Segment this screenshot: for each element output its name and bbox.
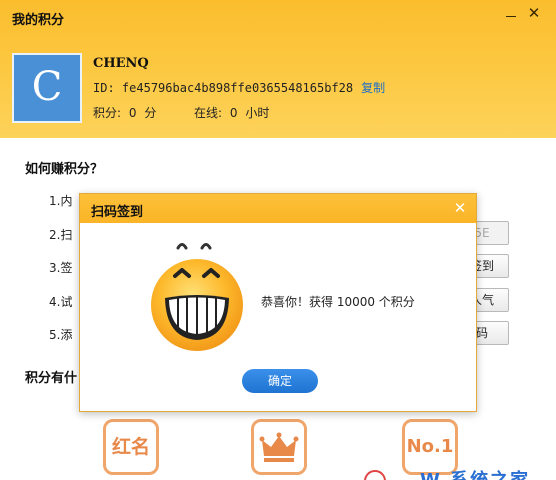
dialog-title: 扫码签到: [91, 205, 144, 220]
online-unit: 小时: [245, 106, 270, 120]
points-label: 积分:: [93, 106, 122, 120]
online-label: 在线:: [194, 106, 223, 120]
watermark-logo: W 系统之家: [360, 466, 556, 480]
dialog-header: 扫码签到 ✕: [80, 194, 476, 223]
grinning-face-icon: [151, 243, 243, 351]
dialog-close-icon[interactable]: ✕: [452, 199, 468, 217]
watermark-text: W 系统之家: [420, 466, 530, 480]
perk-red-name[interactable]: 红名: [103, 419, 159, 475]
window-title: 我的积分: [12, 13, 65, 28]
avatar: C: [12, 53, 82, 123]
copy-link[interactable]: 复制: [361, 81, 385, 95]
close-icon[interactable]: ✕: [526, 4, 542, 22]
perk-red-name-label: 红名: [111, 436, 150, 458]
uses-section-title: 积分有什: [25, 371, 78, 386]
online-value: 0: [229, 106, 238, 120]
signin-dialog: 扫码签到 ✕ 恭喜你！获得 10000 个积分 确定: [79, 193, 477, 412]
header: 我的积分 ✕ C CHENQ ID: fe45796bac4b898ffe036…: [0, 0, 556, 138]
task-item-5: 5.添: [49, 328, 73, 342]
task-item-1: 1.内: [49, 194, 73, 208]
task-item-2: 2.扫: [49, 228, 73, 242]
user-id-label: ID:: [93, 81, 115, 95]
points-value: 0: [128, 106, 137, 120]
watermark-circle-icon: [364, 470, 386, 480]
user-id-value: fe45796bac4b898ffe0365548165bf28: [121, 81, 354, 95]
stats-row: 积分: 0 分 在线: 0 小时: [93, 104, 273, 121]
ok-button[interactable]: 确定: [242, 369, 318, 393]
earn-section-title: 如何赚积分？: [25, 162, 104, 177]
perk-crown[interactable]: [251, 419, 307, 475]
user-id-row: ID: fe45796bac4b898ffe0365548165bf28 复制: [93, 79, 385, 96]
username: CHENQ: [93, 56, 149, 71]
minimize-icon[interactable]: [504, 6, 518, 22]
crown-icon: [259, 432, 299, 462]
task-item-3: 3.签: [49, 261, 73, 275]
dialog-message: 恭喜你！获得 10000 个积分: [261, 295, 415, 309]
task-item-4: 4.试: [49, 295, 73, 309]
points-unit: 分: [144, 106, 157, 120]
points-window: 我的积分 ✕ C CHENQ ID: fe45796bac4b898ffe036…: [0, 0, 556, 480]
perk-no1-label: No.1: [406, 436, 454, 457]
